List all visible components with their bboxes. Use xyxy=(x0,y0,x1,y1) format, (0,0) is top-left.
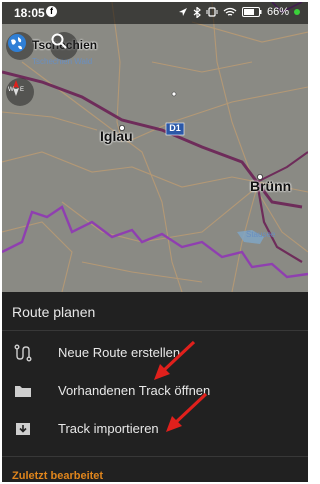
globe-button[interactable] xyxy=(6,32,34,60)
status-bar: 18:05 f 66% xyxy=(2,2,308,24)
status-time: 18:05 xyxy=(14,6,45,20)
globe-icon xyxy=(8,34,26,52)
annotation-arrow-icon xyxy=(154,340,196,380)
svg-text:W: W xyxy=(8,87,14,93)
divider xyxy=(2,330,308,331)
route-icon xyxy=(14,344,32,362)
battery-percent: 66% xyxy=(266,6,289,18)
annotation-arrow-icon xyxy=(166,392,208,432)
svg-text:E: E xyxy=(20,87,24,93)
sheet-title: Route planen xyxy=(12,304,96,320)
notification-dot-icon xyxy=(294,9,300,15)
facebook-icon: f xyxy=(46,6,57,17)
battery-icon xyxy=(241,7,262,17)
location-arrow-icon xyxy=(178,8,187,16)
folder-icon xyxy=(15,386,31,397)
vibrate-icon xyxy=(206,7,218,17)
map-label-iglau: Iglau xyxy=(100,128,133,144)
compass-button[interactable]: W E xyxy=(6,78,34,106)
route-planning-sheet: Route planen Neue Route erstellen Vorhan… xyxy=(2,292,308,482)
menu-item-import-track-label: Track importieren xyxy=(58,421,159,436)
phone-screen: Tschechien Iglau Brünn D1 Tschechien Wal… xyxy=(2,2,308,482)
menu-item-import-track[interactable]: Track importieren xyxy=(2,410,308,448)
road-shield-d1: D1 xyxy=(169,123,181,133)
search-icon xyxy=(51,33,67,49)
search-button[interactable] xyxy=(50,32,78,60)
compass-icon: W E xyxy=(8,80,24,96)
screenshot-frame: Tschechien Iglau Brünn D1 Tschechien Wal… xyxy=(0,0,314,484)
divider xyxy=(2,456,308,457)
recent-section-label: Zuletzt bearbeitet xyxy=(12,470,104,482)
map-label-faint-bottom: Stausee xyxy=(246,230,276,239)
map-view[interactable]: Tschechien Iglau Brünn D1 Tschechien Wal… xyxy=(2,2,308,292)
bluetooth-icon xyxy=(193,6,201,18)
wifi-icon xyxy=(223,7,237,16)
import-icon xyxy=(16,423,30,435)
map-label-bruenn: Brünn xyxy=(250,178,292,194)
